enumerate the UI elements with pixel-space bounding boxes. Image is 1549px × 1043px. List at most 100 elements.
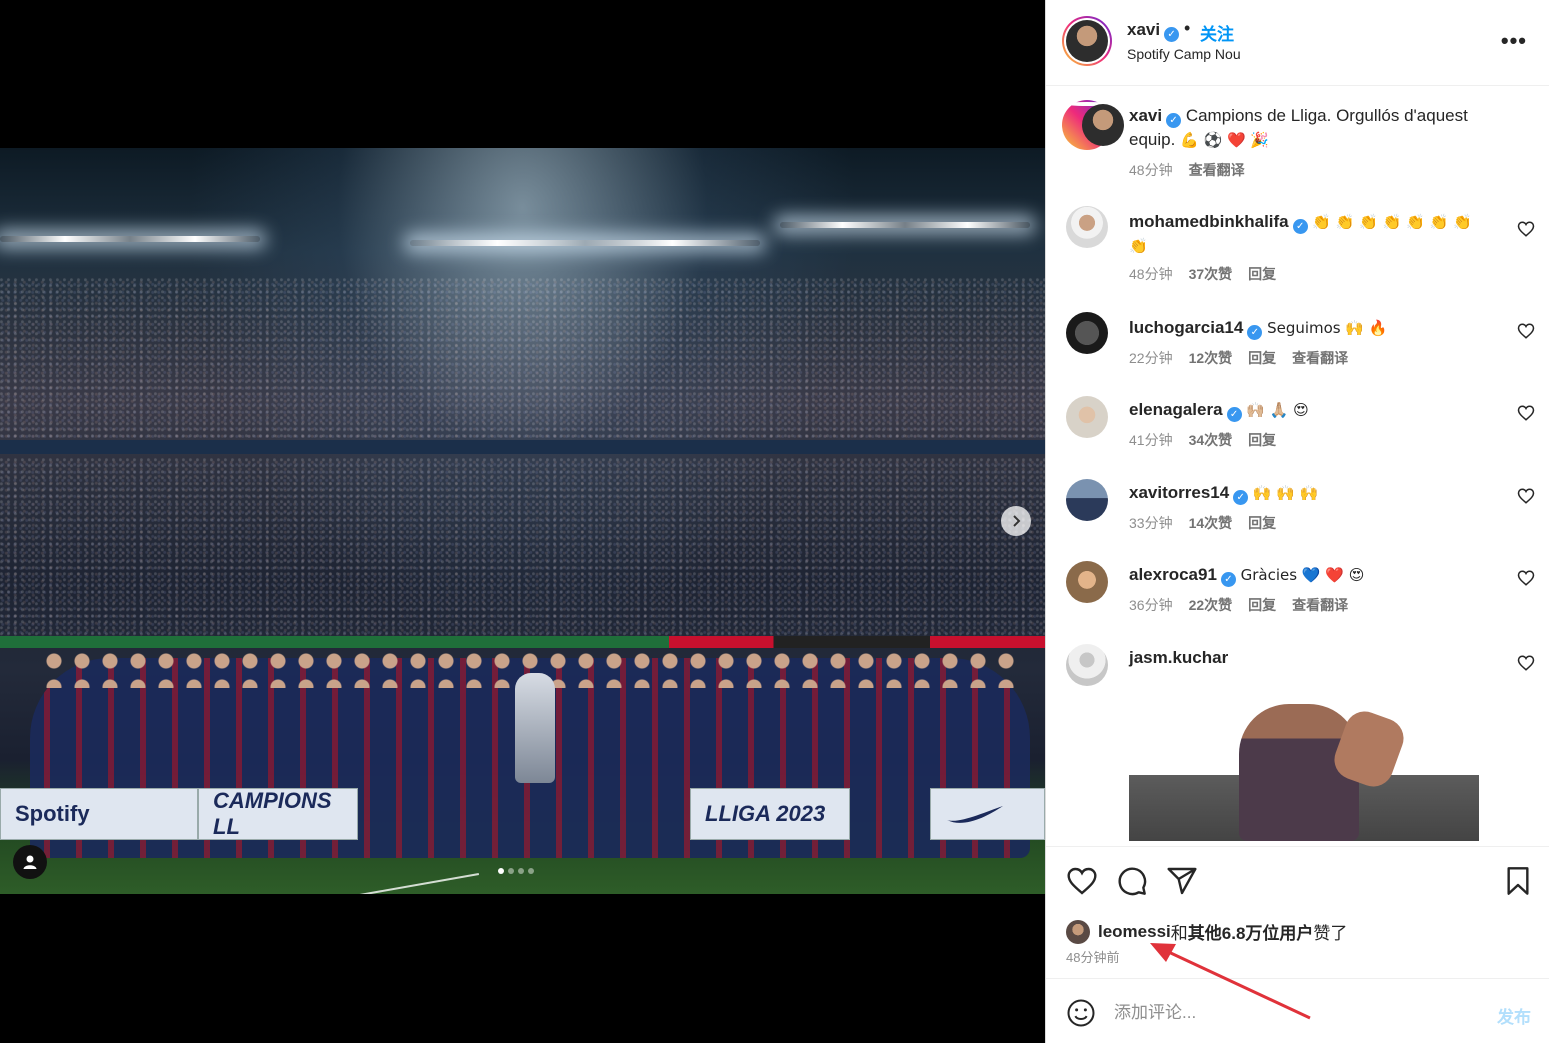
comment-like-count[interactable]: 12次赞 — [1189, 348, 1233, 368]
comment-gif[interactable] — [1129, 694, 1479, 841]
post-actions: leomessi 和其他6.8万位用户 赞了 48分钟前 — [1046, 846, 1549, 978]
see-translation-button[interactable]: 查看翻译 — [1189, 160, 1245, 180]
post-location[interactable]: Spotify Camp Nou — [1127, 46, 1241, 62]
chevron-right-icon — [1013, 515, 1021, 527]
swoosh-icon — [947, 806, 1003, 823]
user-tag-icon — [23, 855, 37, 869]
comment-body: alexroca91 ✓ Gràcies 💙 ❤️ 😍 — [1129, 563, 1489, 587]
avatar[interactable] — [1066, 396, 1108, 438]
reply-button[interactable]: 回复 — [1248, 264, 1276, 284]
reply-button[interactable]: 回复 — [1248, 595, 1276, 615]
comment-meta: 41分钟 34次赞 回复 — [1129, 430, 1276, 450]
comment-heart-icon[interactable] — [1517, 654, 1535, 672]
author-username-text: xavi — [1127, 20, 1161, 39]
comment-like-count[interactable]: 22次赞 — [1189, 595, 1233, 615]
comment-body: jasm.kuchar — [1129, 646, 1489, 669]
comments-list: xavi ✓ Campions de Lliga. Orgullós d'aque… — [1046, 86, 1549, 846]
comment-heart-icon[interactable] — [1517, 322, 1535, 340]
carousel-dot — [528, 868, 534, 874]
stadium-light — [780, 222, 1030, 228]
stadium-light — [0, 236, 260, 242]
crowd-lower — [0, 458, 1045, 636]
bookmark-icon[interactable] — [1502, 865, 1534, 897]
ad-board-campions: CAMPIONS LL — [198, 788, 358, 840]
tagged-users-button[interactable] — [13, 845, 47, 879]
caption-body: xavi ✓ Campions de Lliga. Orgullós d'aque… — [1129, 104, 1499, 152]
author-username[interactable]: xavi ✓ — [1127, 20, 1180, 42]
comment-username[interactable]: xavitorres14 — [1129, 483, 1229, 502]
caption-emojis: 💪 ⚽ ❤️ 🎉 — [1180, 131, 1270, 149]
comment-username[interactable]: alexroca91 — [1129, 565, 1217, 584]
verified-badge-icon: ✓ — [1247, 325, 1263, 340]
post-side-panel: xavi ✓ • 关注 Spotify Camp Nou ••• xavi ✓ Ca… — [1045, 0, 1549, 1043]
caption-meta: 48分钟 查看翻译 — [1129, 160, 1245, 180]
avatar[interactable] — [1066, 312, 1108, 354]
reply-button[interactable]: 回复 — [1248, 348, 1276, 368]
comment-text: Seguimos 🙌 🔥 — [1267, 319, 1388, 337]
caption-timestamp[interactable]: 48分钟 — [1129, 160, 1173, 180]
comment-username[interactable]: luchogarcia14 — [1129, 318, 1243, 337]
comment-like-count[interactable]: 34次赞 — [1189, 430, 1233, 450]
post-timestamp[interactable]: 48分钟前 — [1066, 947, 1119, 966]
avatar — [1082, 104, 1124, 146]
comment-heart-icon[interactable] — [1517, 220, 1535, 238]
carousel-dot — [498, 868, 504, 874]
heart-icon[interactable] — [1066, 865, 1098, 897]
caption-avatar-ring[interactable] — [1062, 100, 1124, 150]
likes-others-link[interactable]: 其他6.8万位用户 — [1188, 919, 1314, 944]
ad-board-spotify: Spotify — [0, 788, 198, 840]
reply-button[interactable]: 回复 — [1248, 430, 1276, 450]
avatar[interactable] — [1066, 479, 1108, 521]
comment-like-count[interactable]: 37次赞 — [1189, 264, 1233, 284]
comment-timestamp[interactable]: 33分钟 — [1129, 513, 1173, 533]
paper-plane-icon[interactable] — [1166, 865, 1198, 897]
comment-input[interactable] — [1114, 999, 1474, 1027]
avatar[interactable] — [1066, 206, 1108, 248]
caption-username[interactable]: xavi — [1129, 106, 1162, 125]
comment-text: Gràcies 💙 ❤️ 😍 — [1240, 566, 1365, 584]
verified-badge-icon: ✓ — [1233, 490, 1249, 505]
stand-divider — [0, 440, 1045, 454]
verified-badge-icon: ✓ — [1164, 27, 1180, 42]
verified-badge-icon: ✓ — [1292, 219, 1308, 234]
comment-icon[interactable] — [1116, 865, 1148, 897]
comment-username[interactable]: mohamedbinkhalifa — [1129, 212, 1289, 231]
comment-timestamp[interactable]: 48分钟 — [1129, 264, 1173, 284]
liker-username[interactable]: leomessi — [1098, 922, 1171, 942]
see-translation-button[interactable]: 查看翻译 — [1292, 348, 1348, 368]
comment-heart-icon[interactable] — [1517, 569, 1535, 587]
see-translation-button[interactable]: 查看翻译 — [1292, 595, 1348, 615]
ad-board-nike — [930, 788, 1045, 840]
post-header: xavi ✓ • 关注 Spotify Camp Nou ••• — [1046, 0, 1549, 86]
crowd-upper — [0, 278, 1045, 438]
author-avatar-ring[interactable] — [1062, 16, 1112, 66]
separator-dot: • — [1184, 18, 1191, 38]
comment-timestamp[interactable]: 41分钟 — [1129, 430, 1173, 450]
carousel-next-button[interactable] — [1001, 506, 1031, 536]
follow-button[interactable]: 关注 — [1200, 20, 1234, 45]
more-options-button[interactable]: ••• — [1501, 28, 1527, 54]
comment-like-count[interactable]: 14次赞 — [1189, 513, 1233, 533]
comment-timestamp[interactable]: 36分钟 — [1129, 595, 1173, 615]
comment-body: luchogarcia14 ✓ Seguimos 🙌 🔥 — [1129, 316, 1489, 340]
ad-board-text: LLIGA 2023 — [705, 801, 826, 826]
comment-timestamp[interactable]: 22分钟 — [1129, 348, 1173, 368]
post-media: Spotify CAMPIONS LL LLIGA 2023 — [0, 0, 1045, 1043]
comment-heart-icon[interactable] — [1517, 487, 1535, 505]
avatar[interactable] — [1066, 561, 1108, 603]
avatar[interactable] — [1066, 644, 1108, 686]
comment-body: elenagalera ✓ 🙌🏼 🙏🏼 😍 — [1129, 398, 1489, 422]
post-photo: Spotify CAMPIONS LL LLIGA 2023 — [0, 148, 1045, 894]
comment-composer: 发布 — [1046, 978, 1549, 1043]
reply-button[interactable]: 回复 — [1248, 513, 1276, 533]
comment-meta: 22分钟 12次赞 回复 查看翻译 — [1129, 348, 1348, 368]
ad-board-text: CAMPIONS LL — [213, 788, 332, 839]
avatar — [1066, 919, 1090, 944]
post-comment-button[interactable]: 发布 — [1497, 1003, 1531, 1028]
comment-username[interactable]: elenagalera — [1129, 400, 1223, 419]
comment-heart-icon[interactable] — [1517, 404, 1535, 422]
comment-username[interactable]: jasm.kuchar — [1129, 648, 1228, 667]
smiley-icon[interactable] — [1066, 998, 1096, 1028]
verified-badge-icon: ✓ — [1220, 572, 1236, 587]
verified-badge-icon: ✓ — [1226, 407, 1242, 422]
